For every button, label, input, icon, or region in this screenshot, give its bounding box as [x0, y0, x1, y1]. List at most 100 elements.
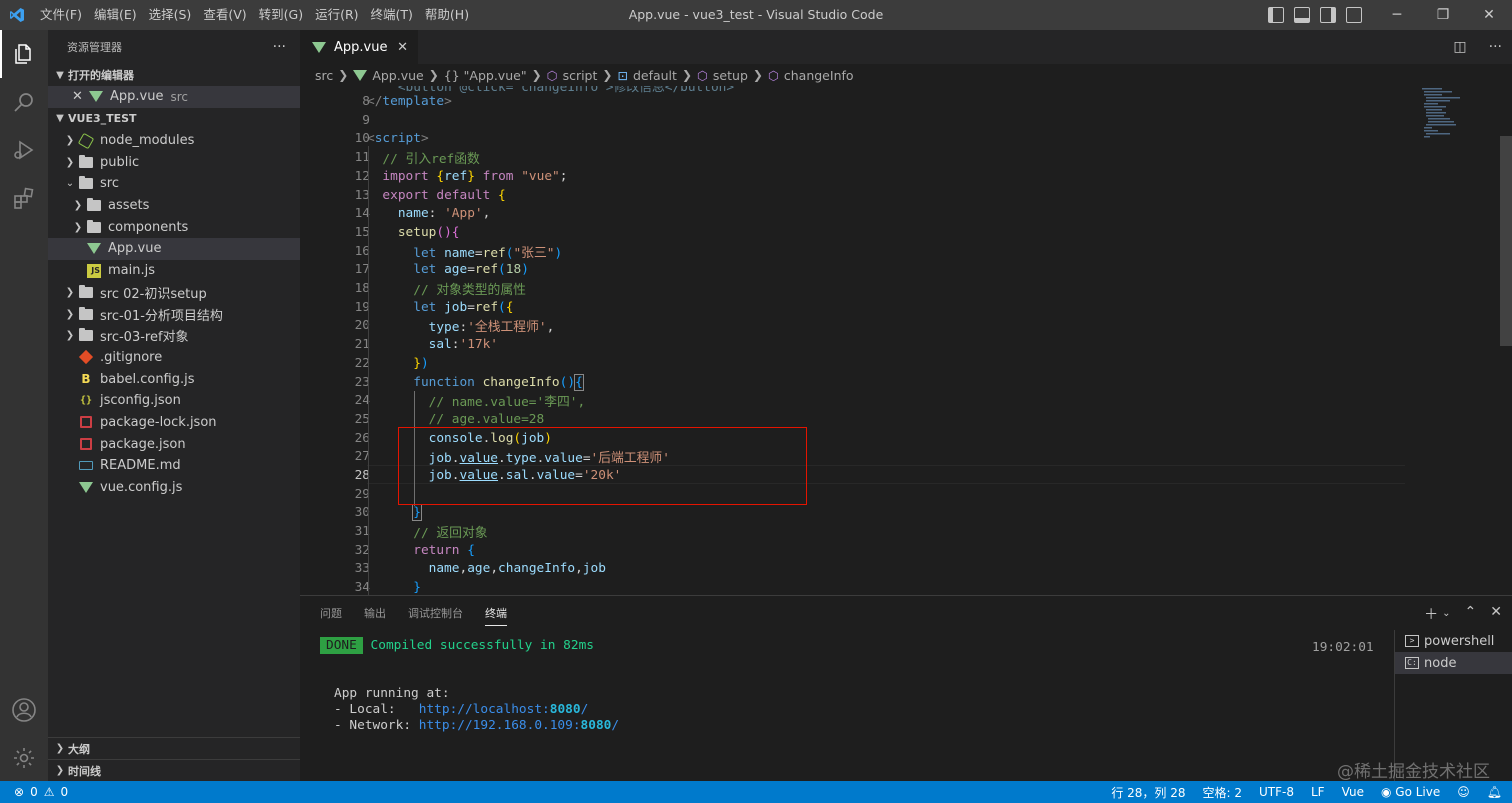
tree-item-app-vue[interactable]: App.vue: [48, 238, 300, 260]
close-panel-icon[interactable]: ✕: [1490, 604, 1502, 624]
tree-item-vue-config[interactable]: vue.config.js: [48, 477, 300, 499]
run-debug-icon[interactable]: [0, 126, 48, 174]
account-icon[interactable]: [0, 686, 48, 734]
tree-item-gitignore[interactable]: .gitignore: [48, 347, 300, 369]
terminal-output[interactable]: DONE Compiled successfully in 82ms App r…: [320, 637, 1380, 734]
menu-edit[interactable]: 编辑(E): [88, 0, 143, 30]
tab-problems[interactable]: 问题: [320, 605, 342, 621]
tree-item-src-02[interactable]: ❯ src 02-初识setup: [48, 282, 300, 304]
tree-item-components[interactable]: ❯ components: [48, 216, 300, 238]
breadcrumb-item[interactable]: script: [563, 68, 598, 83]
breadcrumb-item[interactable]: changeInfo: [784, 68, 854, 83]
maximize-panel-icon[interactable]: ⌃: [1465, 604, 1477, 624]
tree-item-src-01[interactable]: ❯ src-01-分析项目结构: [48, 303, 300, 325]
cursor-position[interactable]: 行 28，列 28: [1111, 784, 1185, 801]
tree-item-package-lock[interactable]: package-lock.json: [48, 412, 300, 434]
encoding[interactable]: UTF-8: [1259, 785, 1294, 799]
search-icon[interactable]: [0, 78, 48, 126]
network-url-link[interactable]: http://192.168.0.109:8080/: [419, 718, 619, 733]
language-mode[interactable]: Vue: [1342, 785, 1364, 799]
line-number: 16: [354, 243, 370, 259]
toggle-panel-icon[interactable]: [1294, 7, 1310, 23]
minimap[interactable]: [1412, 86, 1498, 595]
done-badge: DONE: [320, 637, 363, 654]
open-editors-section[interactable]: ▼ 打开的编辑器: [48, 64, 300, 86]
local-url-link[interactable]: http://localhost:8080/: [419, 702, 589, 717]
menu-run[interactable]: 运行(R): [309, 0, 364, 30]
menu-selection[interactable]: 选择(S): [143, 0, 198, 30]
open-editor-item[interactable]: ✕ App.vue src: [48, 86, 300, 108]
tree-item-main-js[interactable]: JS main.js: [48, 260, 300, 282]
tab-debug-console[interactable]: 调试控制台: [408, 605, 463, 621]
code-line: 9: [300, 111, 1405, 130]
breadcrumb-item[interactable]: {} "App.vue": [444, 68, 527, 83]
toggle-sidebar-icon[interactable]: [1268, 7, 1284, 23]
tab-output[interactable]: 输出: [364, 605, 386, 621]
code-line: 24 // name.value='李四',: [300, 391, 1405, 410]
tree-item-src[interactable]: ⌄ src: [48, 173, 300, 195]
problems-status[interactable]: ⊗ 0 ⚠ 0: [0, 785, 68, 799]
menu-help[interactable]: 帮助(H): [419, 0, 475, 30]
menu-terminal[interactable]: 终端(T): [365, 0, 419, 30]
close-window-icon[interactable]: ✕: [1466, 0, 1512, 30]
tree-item-jsconfig[interactable]: {} jsconfig.json: [48, 390, 300, 412]
tree-item-src-03[interactable]: ❯ src-03-ref对象: [48, 325, 300, 347]
toggle-secondary-sidebar-icon[interactable]: [1320, 7, 1336, 23]
timeline-section[interactable]: ❯ 时间线: [48, 759, 300, 781]
terminal-item-label: powershell: [1424, 633, 1495, 649]
broadcast-icon: ◉: [1380, 785, 1392, 799]
tree-item-node-modules[interactable]: ❯ node_modules: [48, 130, 300, 152]
go-live-button[interactable]: ◉ Go Live: [1381, 785, 1440, 799]
terminal-icon: C:: [1405, 657, 1419, 669]
more-actions-icon[interactable]: ···: [1489, 39, 1502, 55]
minimize-icon[interactable]: ─: [1374, 0, 1420, 30]
breadcrumb-item[interactable]: setup: [713, 68, 748, 83]
line-number: 21: [354, 336, 370, 352]
menu-view[interactable]: 查看(V): [197, 0, 252, 30]
end-of-line[interactable]: LF: [1311, 785, 1325, 799]
error-count: 0: [30, 785, 38, 799]
menu-file[interactable]: 文件(F): [34, 0, 88, 30]
close-editor-icon[interactable]: ✕: [72, 89, 88, 104]
outline-section[interactable]: ❯ 大纲: [48, 737, 300, 759]
project-section[interactable]: ▼ VUE3_TEST: [48, 108, 300, 130]
more-actions-icon[interactable]: ···: [273, 39, 286, 55]
customize-layout-icon[interactable]: [1346, 7, 1362, 23]
scrollbar-thumb[interactable]: [1500, 136, 1512, 346]
tree-item-label: node_modules: [100, 133, 195, 149]
split-editor-icon[interactable]: ◫: [1453, 39, 1466, 55]
indentation[interactable]: 空格: 2: [1203, 784, 1243, 801]
terminal-item-node[interactable]: C: node: [1395, 652, 1512, 674]
settings-gear-icon[interactable]: [0, 734, 48, 782]
code-text: }: [413, 579, 421, 595]
chevron-down-icon[interactable]: ⌄: [1442, 604, 1450, 624]
editor-tab-app-vue[interactable]: App.vue ✕: [300, 30, 418, 64]
close-tab-icon[interactable]: ✕: [397, 40, 408, 55]
breadcrumb-item[interactable]: App.vue: [372, 68, 423, 83]
breadcrumb-item[interactable]: src: [315, 68, 333, 83]
line-number: 32: [354, 542, 370, 558]
bell-icon[interactable]: 🔔︎: [1487, 785, 1502, 799]
terminal-item-label: node: [1424, 655, 1457, 671]
code-text: export default {: [382, 187, 506, 203]
restore-icon[interactable]: ❐: [1420, 0, 1466, 30]
new-terminal-icon[interactable]: ＋: [1424, 604, 1438, 624]
terminal-item-powershell[interactable]: > powershell: [1395, 630, 1512, 652]
feedback-icon[interactable]: ☺: [1457, 785, 1470, 799]
tree-item-readme[interactable]: README.md: [48, 455, 300, 477]
extensions-icon[interactable]: [0, 174, 48, 222]
tree-item-package-json[interactable]: package.json: [48, 433, 300, 455]
code-editor[interactable]: <button @click="changeInfo">修改信息</button…: [300, 86, 1512, 595]
tree-item-public[interactable]: ❯ public: [48, 151, 300, 173]
line-number: 11: [354, 149, 370, 165]
editor-scrollbar[interactable]: [1498, 86, 1512, 595]
tree-item-label: jsconfig.json: [100, 393, 181, 409]
breadcrumb-item[interactable]: default: [633, 68, 677, 83]
menu-go[interactable]: 转到(G): [253, 0, 309, 30]
explorer-icon[interactable]: [0, 30, 48, 78]
tree-item-assets[interactable]: ❯ assets: [48, 195, 300, 217]
tree-item-babel-config[interactable]: B babel.config.js: [48, 368, 300, 390]
tab-terminal[interactable]: 终端: [485, 600, 507, 626]
title-bar: 文件(F) 编辑(E) 选择(S) 查看(V) 转到(G) 运行(R) 终端(T…: [0, 0, 1512, 30]
outline-title: 大纲: [68, 742, 90, 756]
